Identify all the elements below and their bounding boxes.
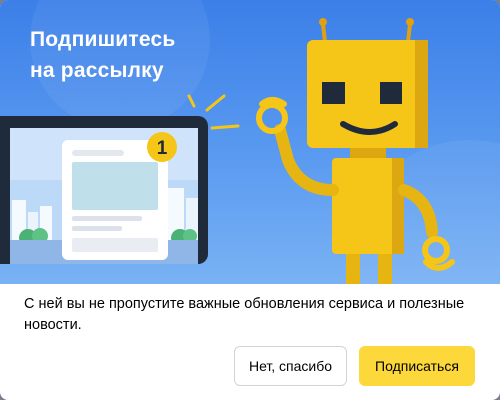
laptop-illustration [0,116,208,264]
notification-badge: 1 [147,132,177,162]
decline-button[interactable]: Нет, спасибо [234,346,347,386]
hero-banner: 1 Подпишитесь на рассылку [0,0,500,284]
dialog-title: Подпишитесь на рассылку [30,28,176,82]
subscribe-dialog: 1 Подпишитесь на рассылку С ней вы не пр… [0,0,500,400]
dialog-message: С ней вы не пропустите важные обновления… [24,296,465,333]
subscribe-button[interactable]: Подписаться [359,346,475,386]
notification-badge-count: 1 [157,138,168,159]
